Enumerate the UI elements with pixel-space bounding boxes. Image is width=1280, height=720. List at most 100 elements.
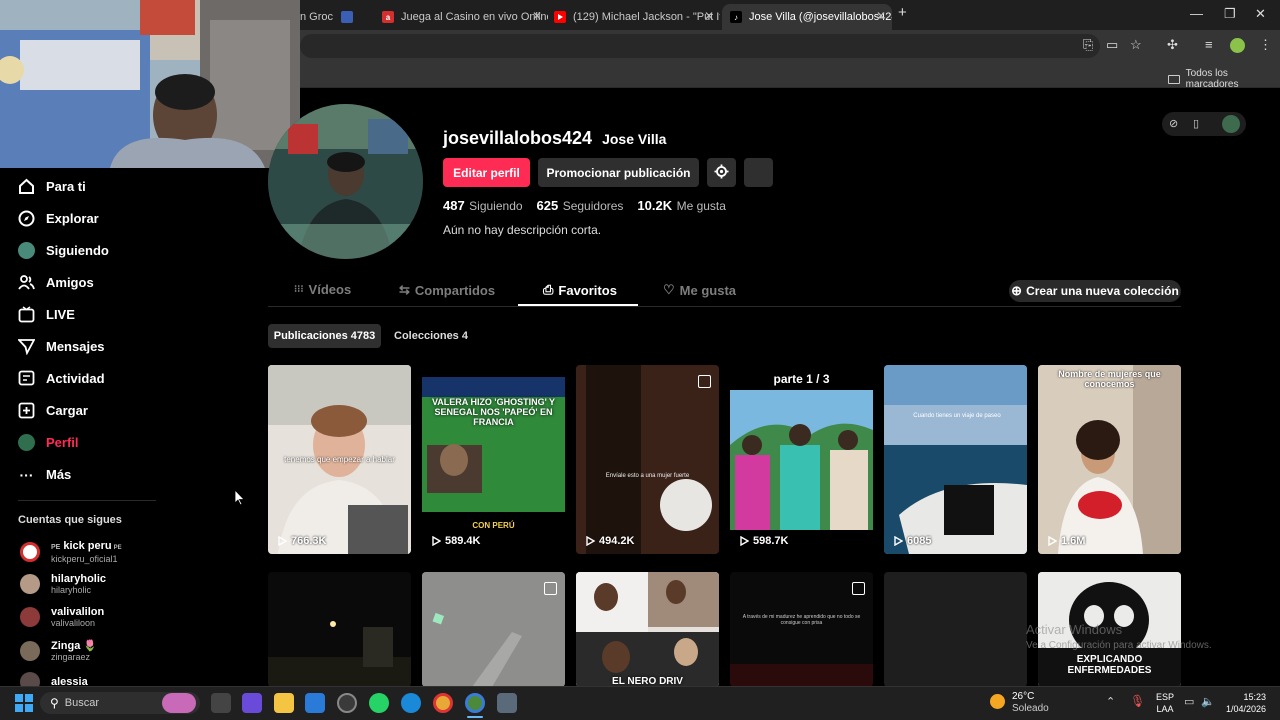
microphone-icon[interactable]: 🎙 bbox=[1130, 694, 1145, 708]
sidebar-item-explorar[interactable]: Explorar bbox=[18, 210, 99, 227]
file-explorer-icon[interactable] bbox=[274, 693, 294, 713]
clock[interactable]: 15:23 1/04/2026 bbox=[1222, 691, 1266, 715]
create-collection-button[interactable]: ⊕ Crear una nueva colección bbox=[1009, 280, 1181, 302]
stat-followers[interactable]: 625 Seguidores bbox=[537, 197, 624, 215]
following-account[interactable]: PE kick peru PE kickperu_oficial1 bbox=[20, 540, 122, 564]
settings-button[interactable] bbox=[707, 158, 736, 187]
compass-icon[interactable]: ⊘ bbox=[1169, 117, 1178, 130]
close-tab-icon[interactable]: ✕ bbox=[704, 9, 714, 23]
share-button[interactable] bbox=[744, 158, 773, 187]
profile-name-row: josevillalobos424 Jose Villa bbox=[443, 128, 666, 149]
add-circle-icon: ⊕ bbox=[1011, 283, 1023, 298]
subtab-colecciones[interactable]: Colecciones 4 bbox=[389, 324, 473, 348]
language-indicator[interactable]: ESP LAA bbox=[1156, 691, 1174, 715]
whatsapp-icon[interactable] bbox=[369, 693, 389, 713]
cast-icon[interactable]: ▭ bbox=[1106, 37, 1118, 53]
app-icon[interactable] bbox=[337, 693, 357, 713]
device-icon[interactable]: ▯ bbox=[1193, 117, 1199, 130]
all-bookmarks-button[interactable]: Todos los marcadores bbox=[1168, 68, 1280, 90]
bookmark-star-icon[interactable]: ☆ bbox=[1130, 37, 1142, 53]
browser-menu-icon[interactable]: ⋮ bbox=[1259, 37, 1272, 53]
tab-me-gusta[interactable]: ♡ Me gusta bbox=[663, 282, 736, 298]
task-view-icon[interactable] bbox=[211, 693, 231, 713]
upload-icon bbox=[18, 402, 35, 419]
view-count: 766.3K bbox=[278, 535, 326, 547]
compass-icon bbox=[18, 210, 35, 227]
browser-tab-active[interactable]: ♪ Jose Villa (@josevillalobos424) ✕ bbox=[722, 4, 892, 30]
volume-icon[interactable]: 🔈 bbox=[1201, 695, 1215, 708]
extensions-icon[interactable]: ✣ bbox=[1167, 37, 1178, 53]
sidebar-item-para-ti[interactable]: Para ti bbox=[18, 178, 86, 195]
sidebar-divider bbox=[18, 500, 156, 501]
casino-favicon-icon: a bbox=[382, 11, 394, 23]
close-tab-icon[interactable]: ✕ bbox=[876, 9, 886, 23]
video-card[interactable]: Cuando tienes un viaje de paseo 6085 bbox=[884, 365, 1027, 554]
taskbar-search[interactable]: ⚲ Buscar bbox=[40, 692, 200, 714]
video-card[interactable] bbox=[268, 572, 411, 687]
translate-icon[interactable]: ⎘ bbox=[1083, 37, 1093, 53]
mouse-cursor-icon bbox=[234, 488, 245, 511]
video-card[interactable] bbox=[884, 572, 1027, 687]
sidebar-item-siguiendo[interactable]: Siguiendo bbox=[18, 242, 109, 259]
chrome-active-icon[interactable] bbox=[465, 693, 485, 713]
top-right-tools: ⊘ ▯ bbox=[1162, 112, 1246, 136]
video-card[interactable]: EL NERO DRIV bbox=[576, 572, 719, 687]
profile-avatar[interactable] bbox=[268, 104, 423, 259]
edge-icon[interactable] bbox=[401, 693, 421, 713]
subtab-publicaciones[interactable]: Publicaciones 4783 bbox=[268, 324, 381, 348]
sidebar-item-live[interactable]: LIVE bbox=[18, 306, 75, 323]
browser-tab[interactable]: a Juega al Casino en vivo Online | ✕ bbox=[378, 4, 548, 30]
view-count: 494.2K bbox=[586, 535, 634, 547]
tray-chevron-icon[interactable]: ⌃ bbox=[1106, 695, 1115, 708]
following-account[interactable]: Zinga 🌷 zingaraez bbox=[20, 640, 97, 662]
video-card[interactable]: VALERA HIZO 'GHOSTING' Y SENEGAL NOS 'PA… bbox=[422, 365, 565, 554]
close-tab-icon[interactable]: ✕ bbox=[532, 9, 542, 23]
stat-following[interactable]: 487 Siguiendo bbox=[443, 197, 523, 215]
sidebar-item-amigos[interactable]: Amigos bbox=[18, 274, 94, 291]
browser-profile-avatar[interactable] bbox=[1230, 38, 1245, 53]
minimize-button[interactable]: — bbox=[1190, 6, 1203, 21]
avatar bbox=[20, 607, 40, 627]
grid-icon: ⁝⁝⁝ bbox=[294, 284, 304, 295]
maximize-button[interactable]: ❐ bbox=[1224, 6, 1236, 22]
tabs-divider bbox=[268, 306, 1181, 307]
sidebar-item-actividad[interactable]: Actividad bbox=[18, 370, 105, 387]
video-card[interactable]: A través de mi madurez he aprendido que … bbox=[730, 572, 873, 687]
home-icon bbox=[18, 178, 35, 195]
video-card[interactable] bbox=[422, 572, 565, 687]
tab-videos[interactable]: ⁝⁝⁝ Vídeos bbox=[294, 282, 351, 297]
browser-tab[interactable]: n Groc bbox=[300, 4, 360, 30]
video-card[interactable]: tenemos que empezar a hablar 766.3K bbox=[268, 365, 411, 554]
sidebar-item-mas[interactable]: ··· Más bbox=[18, 466, 72, 483]
video-card[interactable]: Envíale esto a una mujer fuerte 494.2K bbox=[576, 365, 719, 554]
avatar bbox=[20, 542, 40, 562]
view-count: 6085 bbox=[894, 535, 931, 547]
edit-profile-button[interactable]: Editar perfil bbox=[443, 158, 530, 187]
calculator-icon[interactable] bbox=[497, 693, 517, 713]
copilot-icon[interactable] bbox=[242, 693, 262, 713]
tab-favoritos[interactable]: ⎙ Favoritos bbox=[543, 282, 617, 298]
promote-post-button[interactable]: Promocionar publicación bbox=[538, 158, 699, 187]
sidebar-item-cargar[interactable]: Cargar bbox=[18, 402, 88, 419]
new-tab-button[interactable]: + bbox=[898, 4, 907, 21]
gear-icon bbox=[714, 164, 729, 182]
address-bar[interactable] bbox=[300, 34, 1100, 58]
tab-compartidos[interactable]: ⇆ Compartidos bbox=[399, 282, 495, 298]
video-card[interactable]: Nombre de mujeres que conocemos 1.6M bbox=[1038, 365, 1181, 554]
store-icon[interactable] bbox=[305, 693, 325, 713]
close-window-button[interactable]: ✕ bbox=[1255, 6, 1266, 22]
view-count: 1.6M bbox=[1048, 535, 1085, 547]
sidebar-item-mensajes[interactable]: Mensajes bbox=[18, 338, 105, 355]
following-account[interactable]: valivalilon valivaliloon bbox=[20, 606, 104, 628]
browser-tab[interactable]: (129) Michael Jackson - "Put It ✕ bbox=[550, 4, 720, 30]
weather-widget[interactable]: 26°C Soleado bbox=[1012, 691, 1049, 715]
sidebar-item-perfil[interactable]: Perfil bbox=[18, 434, 79, 451]
chrome-icon[interactable] bbox=[433, 693, 453, 713]
video-card[interactable]: parte 1 / 3 598.7K bbox=[730, 365, 873, 554]
media-controls-icon[interactable]: ≡ bbox=[1205, 37, 1213, 52]
windows-start-icon[interactable] bbox=[15, 694, 33, 717]
user-avatar-icon[interactable] bbox=[1222, 115, 1240, 133]
messages-icon bbox=[18, 338, 35, 355]
following-account[interactable]: hilaryholic hilaryholic bbox=[20, 573, 106, 595]
network-icon[interactable]: ▭ bbox=[1184, 695, 1194, 708]
